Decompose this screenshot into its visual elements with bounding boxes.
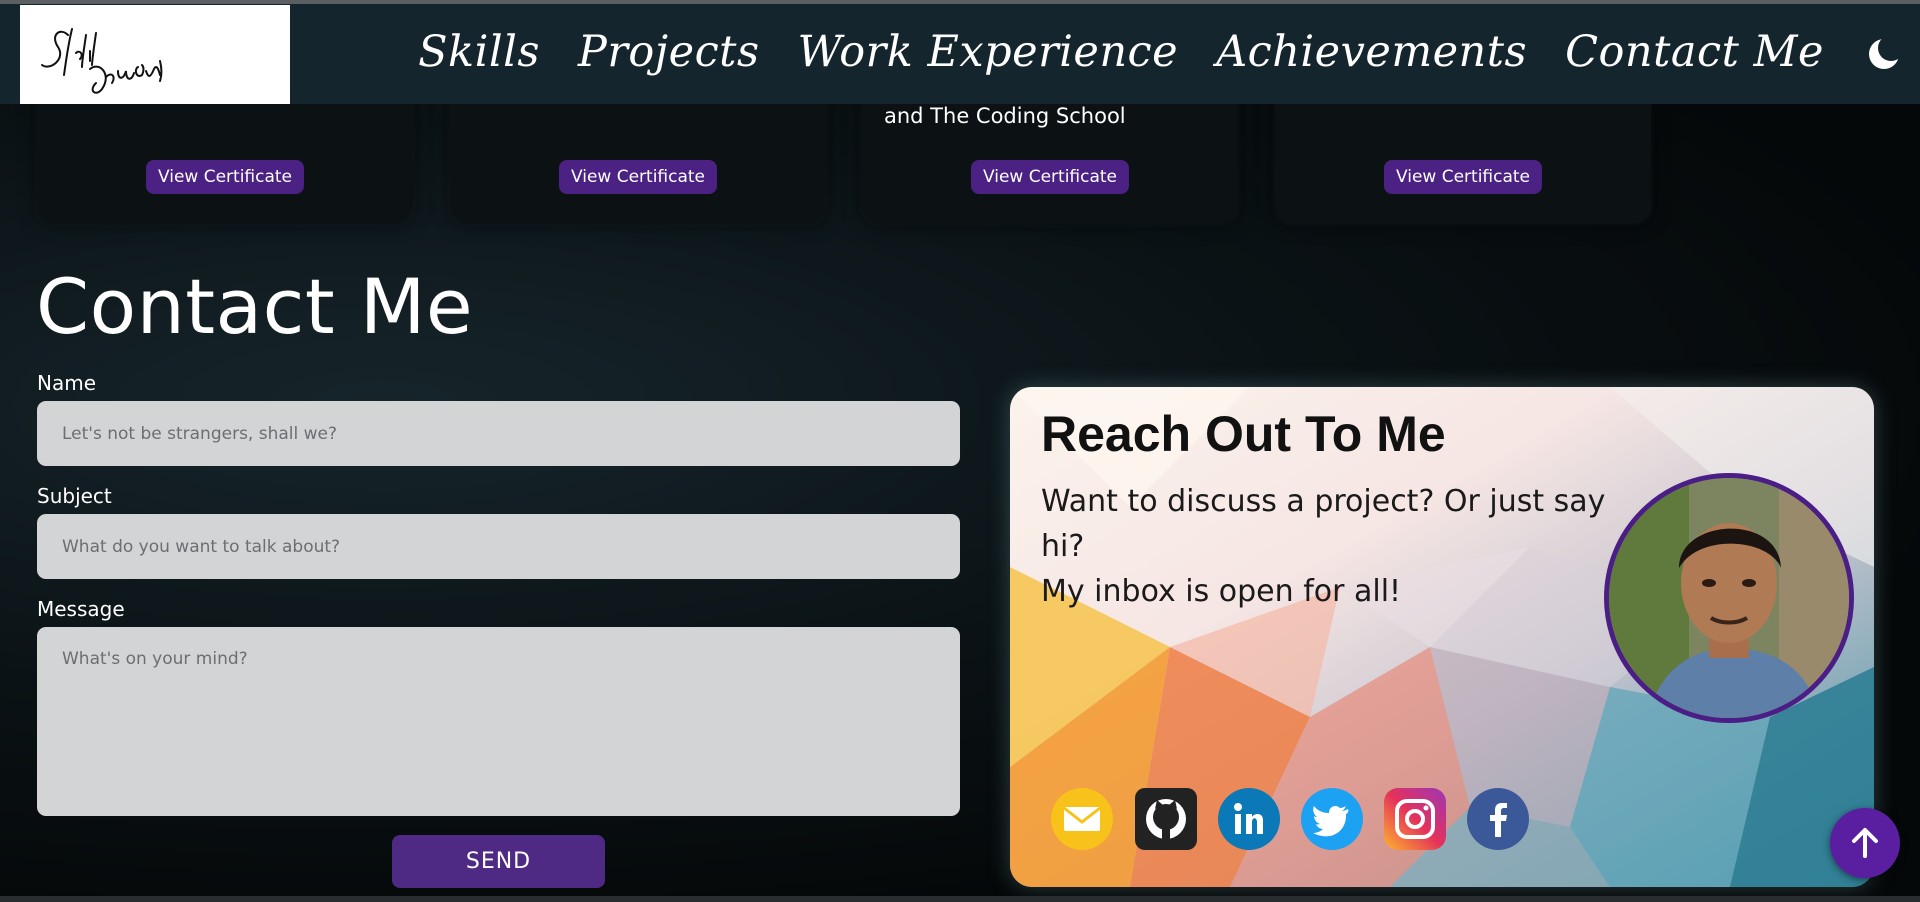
navbar: Skills Projects Work Experience Achievem…: [0, 4, 1920, 104]
subject-label: Subject: [37, 484, 112, 508]
reach-out-line: My inbox is open for all!: [1041, 574, 1402, 609]
view-certificate-button[interactable]: View Certificate: [1383, 160, 1543, 194]
logo[interactable]: [20, 5, 290, 104]
signature-logo-image: [41, 28, 163, 94]
message-label: Message: [37, 597, 125, 621]
nav-link-achievements[interactable]: Achievements: [1216, 27, 1527, 77]
bottom-border: [0, 896, 1920, 902]
view-certificate-button[interactable]: View Certificate: [970, 160, 1130, 194]
nav-link-projects[interactable]: Projects: [578, 27, 760, 77]
facebook-icon[interactable]: [1466, 787, 1530, 851]
name-label: Name: [37, 371, 97, 395]
certificate-text: and The Coding School: [884, 104, 1126, 128]
instagram-icon[interactable]: [1383, 787, 1447, 851]
twitter-icon[interactable]: [1300, 787, 1364, 851]
nav-link-work-experience[interactable]: Work Experience: [798, 27, 1179, 77]
send-button[interactable]: SEND: [392, 835, 605, 888]
name-input[interactable]: [37, 401, 960, 466]
view-certificate-button[interactable]: View Certificate: [145, 160, 305, 194]
mail-icon[interactable]: [1050, 787, 1114, 851]
reach-out-title: Reach Out To Me: [1041, 406, 1446, 462]
arrow-up-icon: [1852, 828, 1878, 858]
reach-out-line: hi?: [1041, 529, 1085, 564]
github-icon[interactable]: [1134, 787, 1198, 851]
moon-icon[interactable]: [1866, 35, 1904, 72]
subject-input[interactable]: [37, 514, 960, 579]
contact-title: Contact Me: [36, 262, 474, 351]
reach-out-card: Reach Out To Me Want to discuss a projec…: [1010, 387, 1874, 887]
avatar: [1604, 473, 1854, 723]
linkedin-icon[interactable]: [1217, 787, 1281, 851]
view-certificate-button[interactable]: View Certificate: [558, 160, 718, 194]
message-textarea[interactable]: [37, 627, 960, 816]
nav-links: Skills Projects Work Experience Achievem…: [418, 22, 1824, 82]
nav-link-contact-me[interactable]: Contact Me: [1565, 27, 1824, 77]
reach-out-line: Want to discuss a project? Or just say: [1041, 484, 1606, 519]
nav-link-skills[interactable]: Skills: [418, 27, 540, 77]
scroll-to-top-button[interactable]: [1830, 808, 1900, 878]
